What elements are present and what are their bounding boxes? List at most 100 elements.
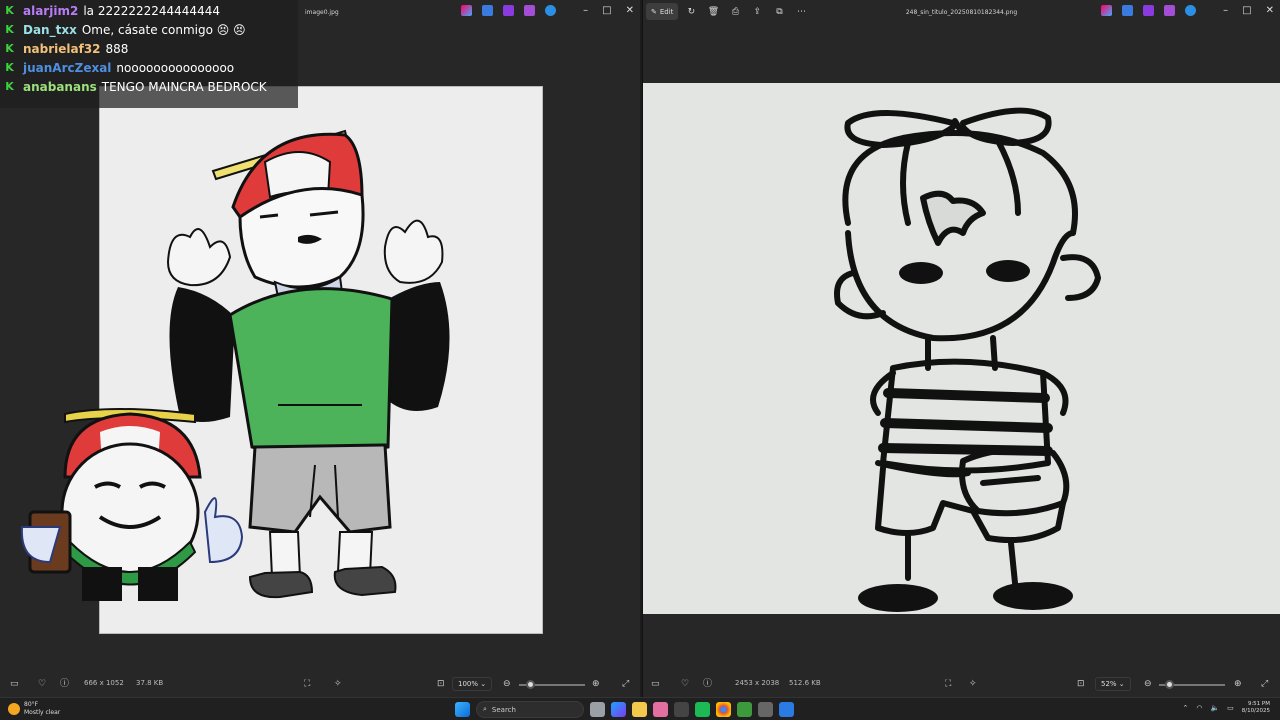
crop-icon[interactable]: ⛶ [304,679,310,689]
image-toolbar: ✎ Edit ↻ 🗑 ⎙ ⇪ ⧉ ⋯ [646,3,810,20]
favorite-icon[interactable]: ♡ [681,679,689,689]
filmstrip-icon[interactable]: ▭ [10,679,19,689]
designer-icon[interactable] [1122,5,1133,16]
favorite-icon[interactable]: ♡ [38,679,46,689]
magic-icon[interactable]: ✧ [969,679,977,689]
weather-desc: Mostly clear [24,709,61,716]
window-controls: – □ ✕ [583,4,634,18]
task-view-icon[interactable] [590,702,605,717]
status-bar: ▭ ♡ ⓘ 666 x 1052 37.8 KB ⛶ ✧ ⊡ 100% ⌄ ⊖ … [0,672,640,697]
chat-username: juanArcZexal [23,60,112,75]
copilot-icon[interactable] [461,5,472,16]
zoom-in-icon[interactable]: ⊕ [1234,679,1242,689]
chat-text: nooooooooooooooo [116,60,235,75]
chat-message: KjuanArcZexal nooooooooooooooo [4,58,298,77]
zoom-dropdown[interactable]: 52% ⌄ [1095,677,1131,691]
clipchamp-icon[interactable] [503,5,514,16]
maximize-icon[interactable]: □ [602,4,611,18]
file-size: 512.6 KB [789,679,821,687]
chat-text: la 2222222244444444 [83,3,220,18]
kick-badge-icon: K [5,42,14,55]
designer-icon[interactable] [482,5,493,16]
app-icon-4[interactable] [758,702,773,717]
title-actions [1101,5,1196,16]
delete-icon[interactable]: 🗑 [704,3,722,20]
status-bar: ▭ ♡ ⓘ 2453 x 2038 512.6 KB ⛶ ✧ ⊡ 52% ⌄ ⊖… [643,672,1280,697]
mascot-overlay [20,402,245,602]
chat-message: Kanabanans TENGO MAINCRA BEDROCK [4,77,298,96]
onedrive-icon[interactable] [1185,5,1196,16]
more-icon[interactable]: ⋯ [792,3,810,20]
kick-badge-icon: K [5,23,14,36]
desktop: image0.jpg – □ ✕ ▭ ♡ ⓘ 666 x 1052 37.8 K… [0,0,1280,720]
weather-temp: 80°F [24,701,39,708]
sketch-drawing-illustration [834,107,1101,612]
copy-icon[interactable]: ⧉ [770,3,788,20]
system-tray: ⌃ ◠ 🔈 ▭ 9:51 PM 8/10/2025 [1182,701,1270,715]
photos-icon[interactable] [779,702,794,717]
edit-button[interactable]: ✎ Edit [646,3,679,20]
zoom-in-icon[interactable]: ⊕ [592,679,600,689]
taskbar-apps: ⌕ Search [455,701,794,718]
minimize-icon[interactable]: – [583,4,588,18]
filmstrip-icon[interactable]: ▭ [651,679,660,689]
close-icon[interactable]: ✕ [1266,4,1274,18]
rotate-icon[interactable]: ↻ [682,3,700,20]
crop-icon[interactable]: ⛶ [945,679,951,689]
app-icon-2[interactable] [674,702,689,717]
chat-text: TENGO MAINCRA BEDROCK [101,79,267,94]
clock-date: 8/10/2025 [1241,708,1270,714]
print-icon[interactable]: ⎙ [726,3,744,20]
close-icon[interactable]: ✕ [626,4,634,18]
minecraft-icon[interactable] [737,702,752,717]
zoom-out-icon[interactable]: ⊖ [1144,679,1152,689]
info-icon[interactable]: ⓘ [703,679,712,689]
onedrive-icon[interactable] [545,5,556,16]
paint-icon[interactable] [1164,5,1175,16]
maximize-icon[interactable]: □ [1242,4,1251,18]
copilot-icon[interactable] [1101,5,1112,16]
fit-screen-icon[interactable]: ⊡ [437,679,445,689]
kick-badge-icon: K [5,4,14,17]
kick-badge-icon: K [5,61,14,74]
minimize-icon[interactable]: – [1223,4,1228,18]
taskbar-search[interactable]: ⌕ Search [476,701,584,718]
magic-icon[interactable]: ✧ [334,679,342,689]
chevron-up-icon[interactable]: ⌃ [1182,704,1188,712]
info-icon[interactable]: ⓘ [60,679,69,689]
battery-icon[interactable]: ▭ [1227,704,1234,712]
file-explorer-icon[interactable] [632,702,647,717]
paint-icon[interactable] [524,5,535,16]
edge-icon[interactable] [611,702,626,717]
chat-username: Dan_txx [23,22,77,37]
weather-icon [8,703,20,715]
kick-badge-icon: K [5,80,14,93]
weather-widget[interactable]: 80°F Mostly clear [8,701,60,717]
photos-window-right: ✎ Edit ↻ 🗑 ⎙ ⇪ ⧉ ⋯ 248_sin_titulo_2025081… [642,0,1280,697]
windows-start-icon[interactable] [455,702,470,717]
fullscreen-icon[interactable]: ⤢ [622,679,629,689]
drawing-image-right [643,83,1280,614]
zoom-dropdown[interactable]: 100% ⌄ [452,677,493,691]
chat-message: Kalarjim2 la 2222222244444444 [4,1,298,20]
clock-time: 9:51 PM [1247,701,1270,707]
fullscreen-icon[interactable]: ⤢ [1261,679,1268,689]
clipchamp-icon[interactable] [1143,5,1154,16]
title-bar[interactable]: ✎ Edit ↻ 🗑 ⎙ ⇪ ⧉ ⋯ 248_sin_titulo_2025081… [643,0,1280,24]
zoom-out-icon[interactable]: ⊖ [503,679,511,689]
image-dimensions: 666 x 1052 [84,679,124,687]
zoom-slider-thumb[interactable] [526,680,535,689]
image-canvas[interactable] [643,24,1280,672]
share-icon[interactable]: ⇪ [748,3,766,20]
app-icon[interactable] [653,702,668,717]
app-icon-3[interactable] [695,702,710,717]
chrome-icon[interactable] [716,702,731,717]
clock[interactable]: 9:51 PM 8/10/2025 [1242,701,1270,715]
fit-screen-icon[interactable]: ⊡ [1077,679,1085,689]
volume-icon[interactable]: 🔈 [1210,704,1219,712]
title-actions [461,5,556,16]
wifi-icon[interactable]: ◠ [1196,704,1202,712]
search-icon: ⌕ [483,705,487,713]
chat-username: nabrielaf32 [23,41,101,56]
zoom-slider-thumb[interactable] [1165,680,1174,689]
